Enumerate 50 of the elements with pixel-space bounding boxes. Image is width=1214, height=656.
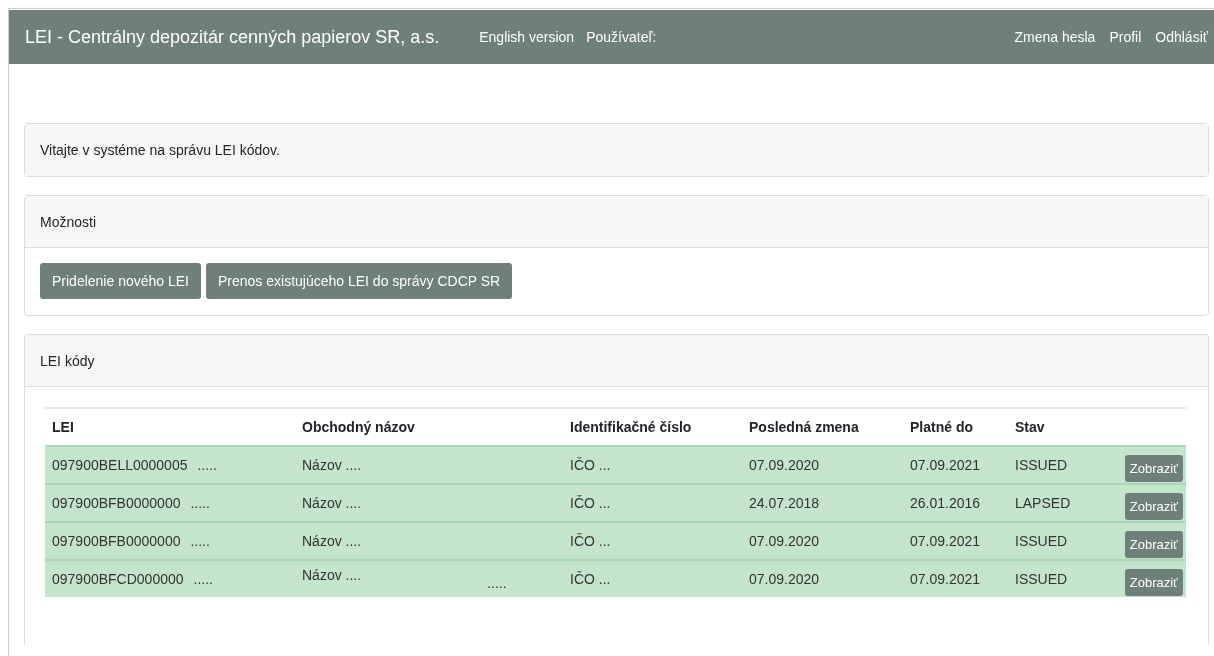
- table-cell: .....: [193, 571, 213, 587]
- table-cell-text: 07.09.2020: [748, 533, 821, 549]
- table-cell: Názov ....: [302, 495, 362, 511]
- table-cell-text: IČO ...: [569, 533, 612, 549]
- nav-link[interactable]: Profil: [1109, 29, 1142, 45]
- column-header: LEI: [51, 419, 75, 435]
- table-cell: 097900BFCD000000: [52, 571, 184, 587]
- table-cell: .....: [197, 457, 217, 473]
- table-cell-text: 07.09.2021: [909, 457, 982, 473]
- table-cell-text: 07.09.2021: [909, 533, 982, 549]
- table-cell: 097900BELL0000005: [52, 457, 188, 473]
- table-cell-text: 07.09.2020: [748, 571, 821, 587]
- table-cell: .....: [190, 533, 210, 549]
- table-cell: .....: [190, 495, 210, 511]
- table-cell-text: IČO ...: [569, 571, 612, 587]
- view-button[interactable]: Zobraziť: [1124, 530, 1183, 558]
- welcome-text: Vitajte v systéme na správu LEI kódov.: [40, 142, 280, 158]
- table-cell-text: Názov ....: [302, 567, 362, 585]
- table-cell: 097900BFB0000000: [52, 495, 181, 511]
- card-title: LEI kódy: [40, 352, 95, 369]
- action-button[interactable]: Pridelenie nového LEI: [40, 263, 201, 299]
- column-header: Platné do: [909, 419, 974, 435]
- column-header: Obchodný názov: [301, 419, 416, 435]
- nav-link[interactable]: Odhlásiť: [1155, 29, 1208, 45]
- column-header: Identifikačné číslo: [569, 419, 693, 435]
- site-title: LEI - Centrálny depozitár cenných papierov SR, a.s.: [25, 26, 440, 48]
- nav-link[interactable]: Zmena hesla: [1014, 29, 1096, 45]
- table-cell-text: IČO ...: [569, 457, 612, 473]
- table-cell-text: ISSUED: [1014, 571, 1069, 587]
- table-cell: .....: [487, 575, 507, 591]
- column-header: Stav: [1014, 419, 1046, 435]
- table-cell-text: ISSUED: [1014, 533, 1069, 549]
- table-cell: Názov ....: [302, 457, 362, 473]
- table-cell-text: 07.09.2021: [909, 571, 982, 587]
- view-button[interactable]: Zobraziť: [1124, 492, 1183, 520]
- nav-link[interactable]: English version: [479, 29, 575, 45]
- action-button[interactable]: Prenos existujúceho LEI do správy CDCP SR: [206, 263, 513, 299]
- view-button[interactable]: Zobraziť: [1124, 568, 1183, 596]
- table-cell-text: 24.07.2018: [748, 495, 821, 511]
- table-cell-text: 26.01.2016: [909, 495, 982, 511]
- table-cell: 097900BFB0000000: [52, 533, 181, 549]
- column-header: Posledná zmena: [748, 419, 860, 435]
- table-cell-text: IČO ...: [569, 495, 612, 511]
- card-title: Možnosti: [40, 213, 97, 230]
- table-cell-text: ISSUED: [1014, 457, 1069, 473]
- table-cell: Názov ....: [302, 533, 362, 549]
- view-button[interactable]: Zobraziť: [1124, 454, 1183, 482]
- nav-link[interactable]: Používateľ:: [586, 29, 657, 45]
- table-cell-text: LAPSED: [1014, 495, 1072, 511]
- table-cell-text: 07.09.2020: [748, 457, 821, 473]
